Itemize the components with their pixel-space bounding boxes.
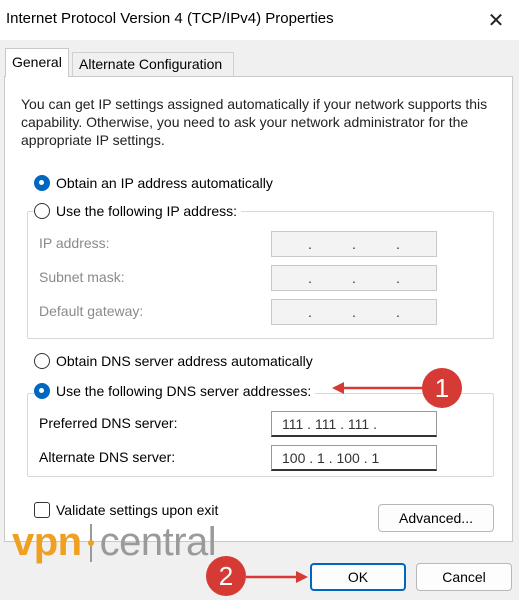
obtain-ip-auto-label: Obtain an IP address automatically bbox=[56, 175, 273, 191]
use-dns-manual-label: Use the following DNS server addresses: bbox=[56, 383, 312, 399]
ip-address-label: IP address: bbox=[39, 235, 110, 251]
validate-settings-checkbox[interactable] bbox=[34, 502, 50, 518]
watermark-separator-icon bbox=[87, 523, 94, 562]
general-panel: You can get IP settings assigned automat… bbox=[4, 76, 513, 542]
description-text: You can get IP settings assigned automat… bbox=[21, 96, 488, 148]
default-gateway-label: Default gateway: bbox=[39, 303, 144, 319]
annotation-marker-1: 1 bbox=[422, 368, 462, 408]
watermark-central-text: central bbox=[99, 520, 217, 564]
close-icon: ✕ bbox=[487, 9, 505, 32]
obtain-ip-auto-option[interactable]: Obtain an IP address automatically bbox=[34, 175, 277, 191]
alternate-dns-input[interactable]: 100 . 1 . 100 . 1 bbox=[271, 445, 437, 471]
advanced-button[interactable]: Advanced... bbox=[378, 504, 494, 532]
window-title: Internet Protocol Version 4 (TCP/IPv4) P… bbox=[6, 10, 334, 27]
alternate-dns-value: 100 . 1 . 100 . 1 bbox=[282, 449, 380, 466]
title-bar: Internet Protocol Version 4 (TCP/IPv4) P… bbox=[0, 0, 519, 40]
obtain-ip-auto-radio[interactable] bbox=[34, 175, 50, 191]
default-gateway-input: ... bbox=[271, 299, 437, 325]
validate-settings-option[interactable]: Validate settings upon exit bbox=[34, 502, 218, 518]
cancel-button[interactable]: Cancel bbox=[416, 563, 512, 591]
vpncentral-watermark: vpn central bbox=[12, 520, 217, 565]
annotation-arrow-2 bbox=[246, 571, 308, 583]
use-ip-manual-option[interactable]: Use the following IP address: bbox=[34, 203, 242, 219]
ip-address-input: ... bbox=[271, 231, 437, 257]
annotation-marker-2: 2 bbox=[206, 556, 246, 596]
watermark-vpn-text: vpn bbox=[12, 520, 82, 564]
use-dns-manual-option[interactable]: Use the following DNS server addresses: bbox=[34, 383, 316, 399]
use-ip-manual-radio[interactable] bbox=[34, 203, 50, 219]
obtain-dns-auto-option[interactable]: Obtain DNS server address automatically bbox=[34, 353, 317, 369]
tab-alternate-configuration[interactable]: Alternate Configuration bbox=[72, 52, 234, 76]
ok-button[interactable]: OK bbox=[310, 563, 406, 591]
subnet-mask-label: Subnet mask: bbox=[39, 269, 125, 285]
preferred-dns-label: Preferred DNS server: bbox=[39, 415, 178, 431]
subnet-mask-input: ... bbox=[271, 265, 437, 291]
use-dns-manual-radio[interactable] bbox=[34, 383, 50, 399]
use-ip-manual-label: Use the following IP address: bbox=[56, 203, 238, 219]
alternate-dns-label: Alternate DNS server: bbox=[39, 449, 176, 465]
obtain-dns-auto-label: Obtain DNS server address automatically bbox=[56, 353, 313, 369]
close-button[interactable]: ✕ bbox=[473, 0, 519, 40]
obtain-dns-auto-radio[interactable] bbox=[34, 353, 50, 369]
tab-general[interactable]: General bbox=[5, 48, 69, 77]
preferred-dns-value: 111 . 111 . 111 . bbox=[282, 415, 377, 432]
preferred-dns-input[interactable]: 111 . 111 . 111 . bbox=[271, 411, 437, 437]
validate-settings-label: Validate settings upon exit bbox=[56, 502, 219, 518]
